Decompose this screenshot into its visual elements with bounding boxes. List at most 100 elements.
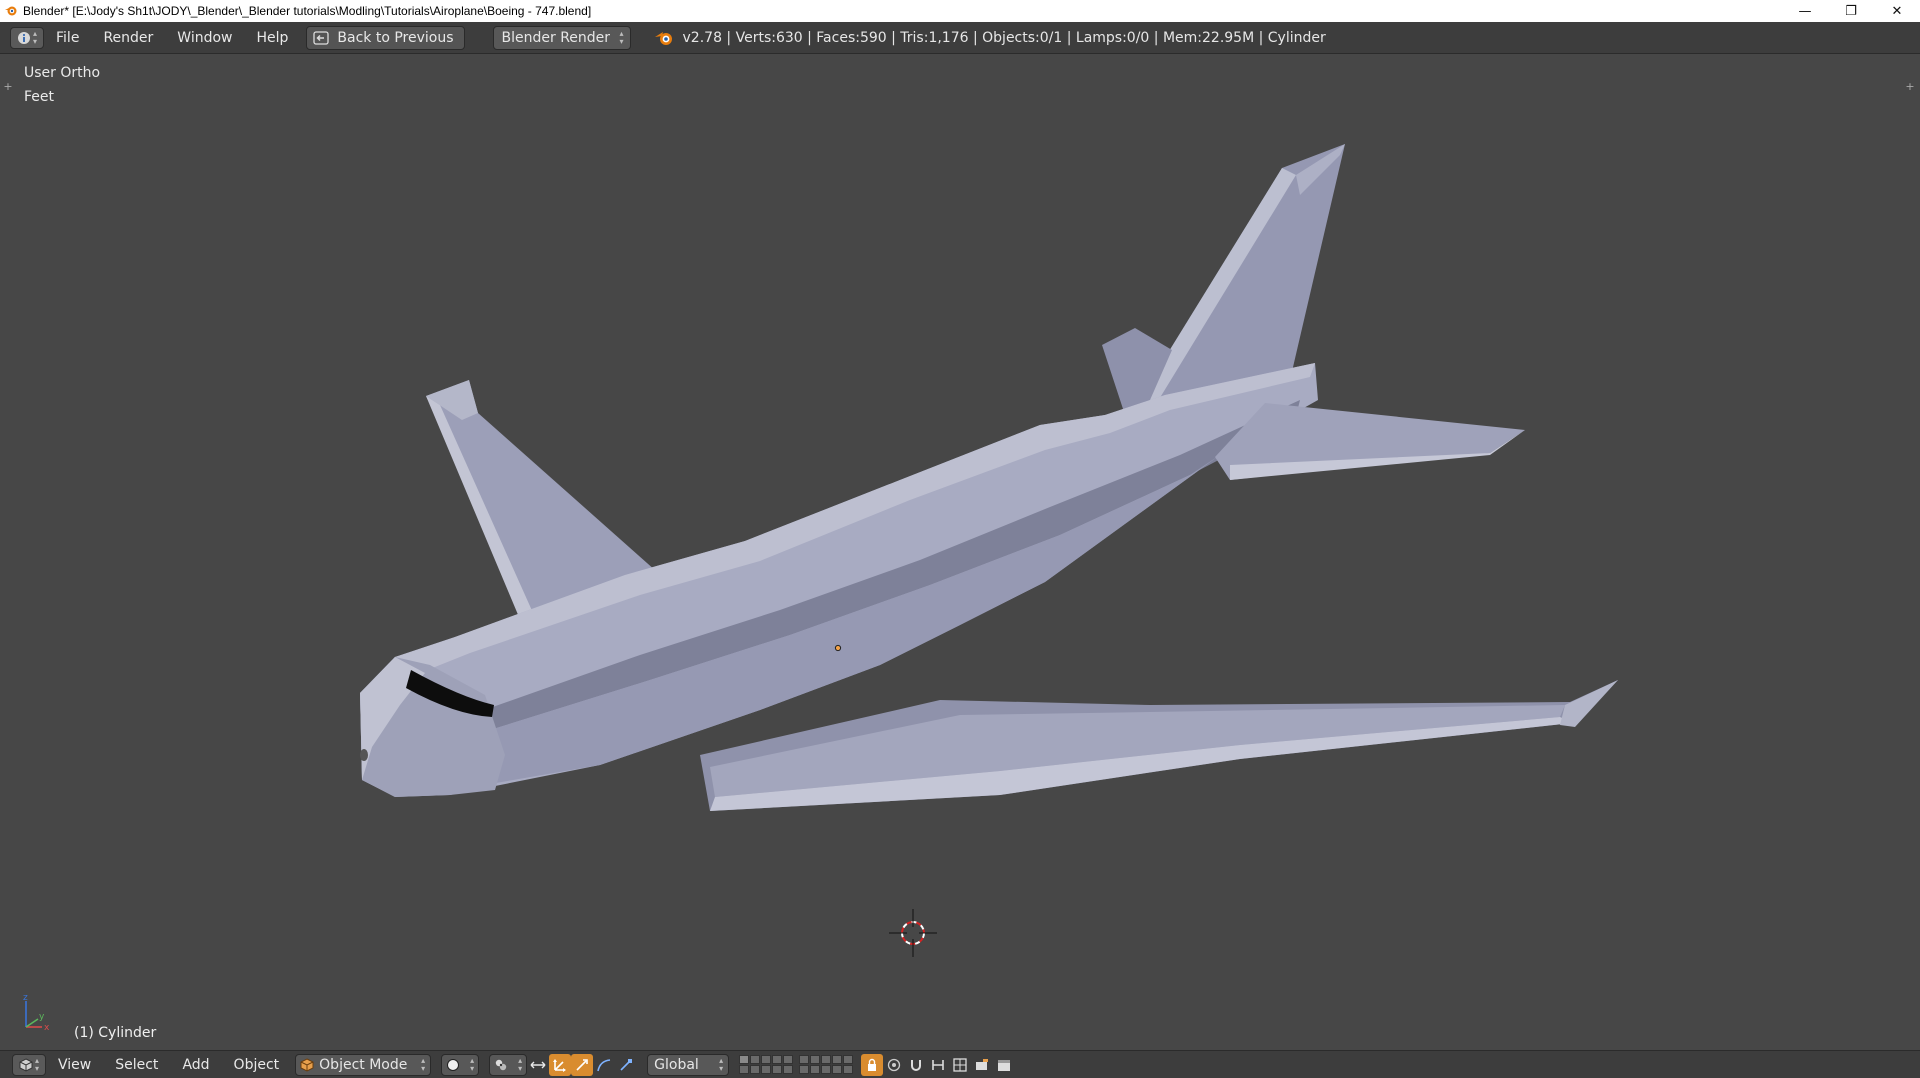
mode-value: Object Mode bbox=[319, 1056, 408, 1073]
proportional-edit-icon bbox=[888, 1058, 901, 1071]
layer-cell[interactable] bbox=[772, 1055, 783, 1064]
window-titlebar: Blender* [E:\Jody's Sh1t\JODY\_Blender\_… bbox=[0, 0, 1920, 22]
layer-cell[interactable] bbox=[739, 1055, 750, 1064]
layer-cell[interactable] bbox=[843, 1065, 854, 1074]
lock-camera-toggle[interactable] bbox=[861, 1053, 884, 1076]
opengl-render-button[interactable] bbox=[971, 1054, 993, 1076]
layer-cell[interactable] bbox=[761, 1055, 772, 1064]
magnet-icon bbox=[911, 1059, 922, 1071]
snap-toggle[interactable] bbox=[905, 1054, 927, 1076]
scene-statistics: v2.78 | Verts:630 | Faces:590 | Tris:1,1… bbox=[682, 29, 1326, 46]
render-preview-button[interactable] bbox=[949, 1054, 971, 1076]
layer-cell[interactable] bbox=[772, 1065, 783, 1074]
nose-tip bbox=[360, 749, 368, 761]
active-object-label: (1) Cylinder bbox=[74, 1025, 157, 1041]
layer-cell[interactable] bbox=[739, 1065, 750, 1074]
menu-select[interactable]: Select bbox=[103, 1057, 170, 1073]
menu-help[interactable]: Help bbox=[244, 22, 300, 54]
viewport-shading-select[interactable]: ▴ ▾ bbox=[441, 1053, 480, 1076]
render-engine-select[interactable]: Blender Render ▴ ▾ bbox=[492, 25, 631, 50]
menu-file[interactable]: File bbox=[44, 22, 91, 54]
close-button[interactable]: ✕ bbox=[1874, 0, 1920, 22]
chevron-updown-icon: ▴ ▾ bbox=[518, 1055, 523, 1073]
viewport-view-name: User Ortho bbox=[24, 65, 101, 81]
layer-cell[interactable] bbox=[843, 1055, 854, 1064]
snap-increment-icon bbox=[932, 1059, 944, 1070]
manipulator-icon bbox=[530, 1061, 546, 1068]
translate-tool[interactable] bbox=[549, 1053, 572, 1076]
translate-icon bbox=[553, 1058, 567, 1072]
editor-type-selector[interactable]: ▴ ▾ bbox=[10, 26, 44, 49]
layer-cell[interactable] bbox=[799, 1055, 810, 1064]
transform-orientation-select[interactable]: Global ▴ ▾ bbox=[647, 1053, 730, 1076]
transform-pivot-tool[interactable] bbox=[615, 1054, 637, 1076]
layer-selector[interactable] bbox=[739, 1055, 854, 1074]
gizmo-y-label: y bbox=[39, 1012, 45, 1022]
chevron-updown-icon: ▴ ▾ bbox=[719, 1055, 724, 1073]
back-to-previous-button[interactable]: Back to Previous bbox=[306, 25, 465, 50]
layer-cell[interactable] bbox=[832, 1055, 843, 1064]
object-mode-icon bbox=[300, 1057, 314, 1072]
3d-viewport[interactable]: + + User Ortho Feet z x y (1) Cylinder bbox=[0, 55, 1920, 1050]
layer-cell[interactable] bbox=[761, 1065, 772, 1074]
layer-cell[interactable] bbox=[821, 1065, 832, 1074]
layer-cell[interactable] bbox=[810, 1065, 821, 1074]
cube-icon bbox=[19, 1057, 33, 1072]
blender-app-icon bbox=[3, 3, 19, 19]
rotate-icon bbox=[576, 1058, 588, 1071]
scale-icon bbox=[597, 1058, 611, 1071]
layer-cell[interactable] bbox=[783, 1065, 794, 1074]
pivot-icon bbox=[495, 1059, 507, 1070]
layer-cell[interactable] bbox=[750, 1065, 761, 1074]
move-arrow-icon bbox=[620, 1058, 633, 1071]
chevron-updown-icon: ▴ ▾ bbox=[470, 1055, 475, 1073]
scene-canvas bbox=[360, 144, 1618, 957]
window-title: Blender* [E:\Jody's Sh1t\JODY\_Blender\_… bbox=[23, 4, 592, 18]
menu-object[interactable]: Object bbox=[222, 1057, 292, 1073]
3d-cursor-icon bbox=[889, 909, 937, 957]
clapperboard-icon bbox=[998, 1059, 1011, 1071]
layer-cell[interactable] bbox=[832, 1065, 843, 1074]
solid-sphere-icon bbox=[447, 1058, 460, 1071]
tool-shelf-toggle-icon[interactable]: + bbox=[2, 81, 14, 93]
menu-add[interactable]: Add bbox=[170, 1057, 221, 1073]
layer-cell[interactable] bbox=[750, 1055, 761, 1064]
near-wing-tip bbox=[1560, 680, 1618, 727]
back-to-previous-label: Back to Previous bbox=[337, 29, 454, 46]
rotate-tool[interactable] bbox=[571, 1053, 594, 1076]
camera-icon bbox=[976, 1058, 989, 1070]
layer-cell[interactable] bbox=[783, 1055, 794, 1064]
opengl-animation-button[interactable] bbox=[993, 1054, 1015, 1076]
chevron-updown-icon: ▴ ▾ bbox=[34, 1055, 39, 1073]
pivot-point-select[interactable]: ▴ ▾ bbox=[489, 1053, 528, 1076]
layer-block-2[interactable] bbox=[799, 1055, 854, 1074]
menu-view[interactable]: View bbox=[46, 1057, 103, 1073]
lock-icon bbox=[868, 1058, 877, 1071]
minimize-button[interactable]: — bbox=[1782, 0, 1828, 22]
maximize-button[interactable]: ❐ bbox=[1828, 0, 1874, 22]
viewport-units: Feet bbox=[24, 89, 55, 105]
snap-element-select[interactable] bbox=[927, 1054, 949, 1076]
chevron-updown-icon: ▴ ▾ bbox=[32, 28, 37, 46]
proportional-edit-toggle[interactable] bbox=[883, 1054, 905, 1076]
render-icon bbox=[953, 1057, 967, 1072]
back-icon bbox=[313, 30, 330, 45]
layer-cell[interactable] bbox=[810, 1055, 821, 1064]
properties-toggle-icon[interactable]: + bbox=[1904, 81, 1916, 93]
layer-block-1[interactable] bbox=[739, 1055, 794, 1074]
layer-cell[interactable] bbox=[799, 1065, 810, 1074]
mode-select[interactable]: Object Mode ▴ ▾ bbox=[295, 1053, 432, 1076]
chevron-updown-icon: ▴ ▾ bbox=[421, 1055, 426, 1073]
scale-tool[interactable] bbox=[593, 1054, 615, 1076]
axis-gizmo: z x y bbox=[23, 993, 50, 1033]
info-icon bbox=[17, 31, 30, 44]
near-wing-top bbox=[710, 705, 1565, 797]
layer-cell[interactable] bbox=[821, 1055, 832, 1064]
menu-window[interactable]: Window bbox=[165, 22, 244, 54]
editor-type-selector[interactable]: ▴ ▾ bbox=[12, 1053, 46, 1076]
orientation-value: Global bbox=[654, 1056, 699, 1073]
manipulator-toggle[interactable] bbox=[527, 1054, 549, 1076]
object-origin bbox=[834, 644, 842, 652]
gizmo-z-label: z bbox=[23, 993, 28, 1003]
menu-render[interactable]: Render bbox=[91, 22, 165, 54]
